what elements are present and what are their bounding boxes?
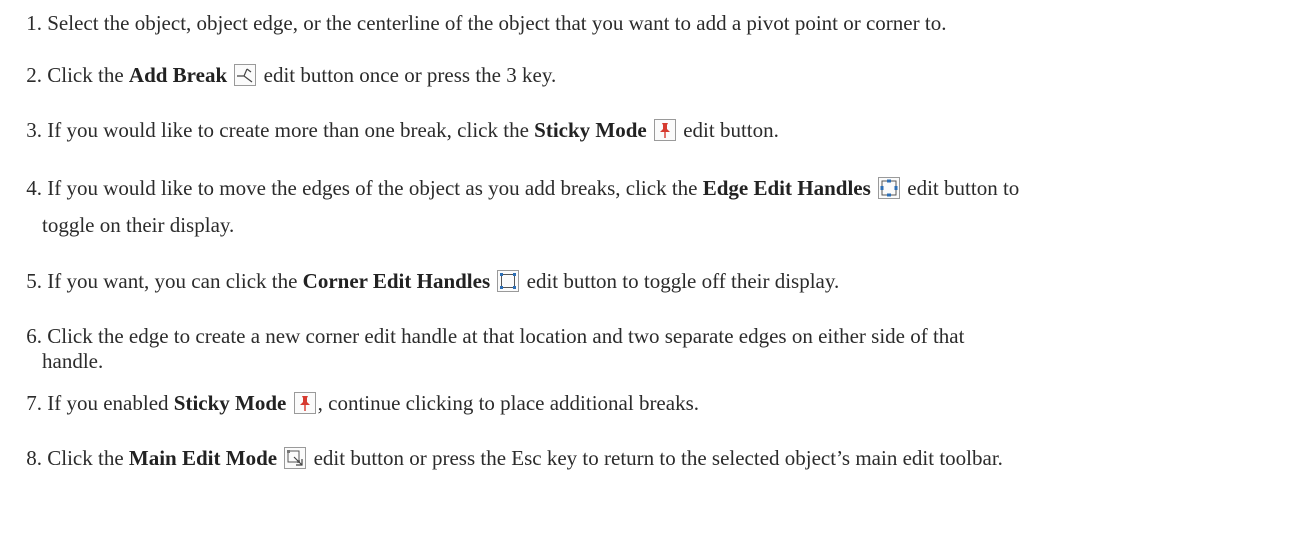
step-number: 5. xyxy=(26,269,42,293)
main-edit-mode-icon xyxy=(284,447,307,469)
step-number: 2. xyxy=(26,63,42,87)
step-7: 7. If you enabled Sticky Mode , continue… xyxy=(0,391,1316,416)
step-text-pre: Click the xyxy=(47,63,129,87)
corner-edit-handles-icon xyxy=(497,270,520,292)
step-text-post: edit button or press the Esc key to retu… xyxy=(313,446,1003,470)
step-text-pre: If you would like to create more than on… xyxy=(47,118,535,142)
step-3: 3. If you would like to create more than… xyxy=(0,118,1316,143)
step-text: Click the edge to create a new corner ed… xyxy=(47,324,965,348)
step-number: 3. xyxy=(26,118,42,142)
add-break-label: Add Break xyxy=(128,63,228,87)
step-8: 8. Click the Main Edit Mode edit button … xyxy=(0,446,1316,471)
step-text-continued: handle. xyxy=(42,349,104,373)
main-edit-mode-label: Main Edit Mode xyxy=(128,446,278,470)
sticky-mode-label: Sticky Mode xyxy=(534,118,647,142)
step-number: 6. xyxy=(26,324,42,348)
step-6: 6. Click the edge to create a new corner… xyxy=(0,324,1316,374)
edge-edit-handles-icon xyxy=(878,177,901,199)
step-text-pre: If you would like to move the edges of t… xyxy=(47,176,703,200)
step-text-post: edit button to toggle off their display. xyxy=(526,269,840,293)
step-text-post: , continue clicking to place additional … xyxy=(317,391,699,415)
step-number: 8. xyxy=(26,446,42,470)
step-4: 4. If you would like to move the edges o… xyxy=(0,176,1316,238)
step-number: 1. xyxy=(26,11,42,35)
step-text-pre: Click the xyxy=(47,446,129,470)
step-text-continued: toggle on their display. xyxy=(42,213,235,237)
sticky-mode-pushpin-icon xyxy=(653,119,676,141)
edge-edit-handles-label: Edge Edit Handles xyxy=(702,176,871,200)
sticky-mode-label: Sticky Mode xyxy=(173,391,287,415)
sticky-mode-pushpin-icon xyxy=(293,392,316,414)
step-text: Select the object, object edge, or the c… xyxy=(47,11,947,35)
step-number: 4. xyxy=(26,176,42,200)
step-text-post: edit button once or press the 3 key. xyxy=(263,63,557,87)
step-text-post: edit button. xyxy=(683,118,779,142)
add-break-icon xyxy=(234,64,257,86)
step-2: 2. Click the Add Break edit button once … xyxy=(0,63,1316,88)
step-number: 7. xyxy=(26,391,42,415)
step-text-post: edit button to xyxy=(907,176,1020,200)
step-5: 5. If you want, you can click the Corner… xyxy=(0,269,1316,294)
step-1: 1. Select the object, object edge, or th… xyxy=(0,11,1316,36)
step-text-pre: If you enabled xyxy=(47,391,174,415)
step-text-pre: If you want, you can click the xyxy=(47,269,303,293)
corner-edit-handles-label: Corner Edit Handles xyxy=(302,269,491,293)
